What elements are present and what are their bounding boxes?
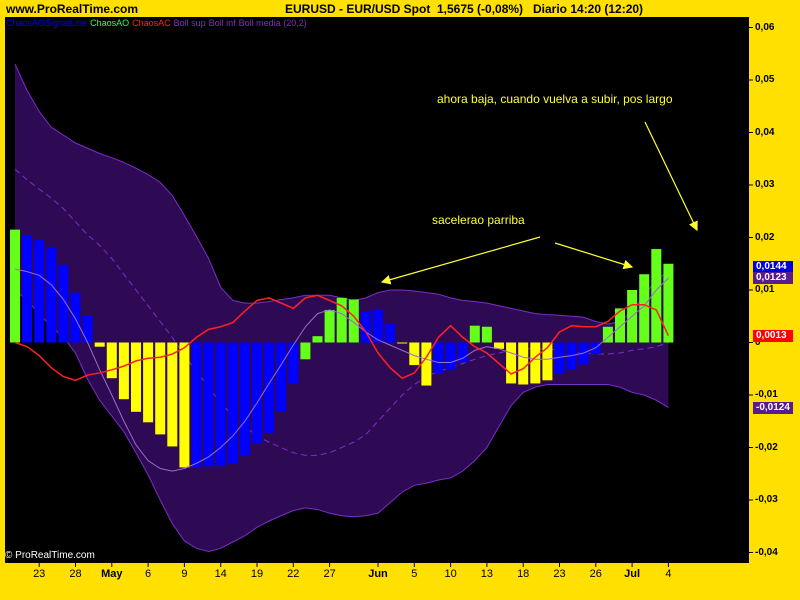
x-tick-label: 6	[145, 568, 152, 580]
ao-bar	[518, 342, 529, 385]
ao-bar	[481, 326, 492, 343]
x-tick-label: 18	[517, 568, 530, 580]
ao-bar	[82, 315, 93, 343]
y-tick-label: 0,05	[755, 74, 775, 85]
y-tick-label: 0,06	[755, 21, 775, 33]
copyright: © ProRealTime.com	[5, 550, 95, 561]
annotation-middle: sacelerao parriba	[432, 213, 525, 227]
x-tick-label: 23	[33, 568, 46, 580]
ao-bar	[118, 342, 129, 400]
value-box: 0,0013	[753, 329, 793, 342]
x-tick-label: Jul	[624, 568, 641, 580]
ao-bar	[191, 342, 202, 467]
ao-bar	[433, 342, 444, 373]
x-tick-label: 28	[69, 568, 82, 580]
x-tick-label: 13	[480, 568, 494, 580]
ao-bar	[445, 342, 456, 370]
y-tick-label: 0,04	[755, 126, 775, 138]
ao-bar	[276, 342, 287, 412]
legend-item-boll-inf: Boll inf	[208, 18, 236, 28]
ao-bar	[203, 342, 214, 467]
ao-bar	[34, 240, 45, 343]
ao-bar	[70, 292, 81, 343]
ao-bar	[179, 342, 190, 468]
ao-bar	[10, 229, 20, 343]
y-tick-label: 0,02	[755, 231, 775, 243]
x-tick-label: 10	[444, 568, 457, 580]
legend-item-signal: ChaosAOSignalLine	[6, 18, 88, 28]
y-tick-label: 0,01	[755, 284, 775, 295]
y-tick-label: -0,03	[755, 494, 778, 505]
legend-item-ao: ChaosAO	[90, 18, 130, 28]
ao-bar	[506, 342, 517, 384]
ao-bar	[167, 342, 178, 447]
legend: ChaosAOSignalLine ChaosAO ChaosAC Boll sup B…	[6, 18, 310, 28]
ao-bar	[469, 325, 480, 343]
ao-bar	[663, 263, 674, 343]
value-box: 0,0123	[753, 271, 793, 284]
x-tick-label: 14	[214, 568, 227, 580]
ao-bar	[300, 342, 311, 360]
ao-bar	[131, 342, 141, 412]
y-tick-label: -0,02	[755, 441, 778, 453]
ao-bar	[227, 342, 238, 464]
x-tick-label: 23	[553, 568, 566, 580]
x-tick-label: May	[101, 568, 123, 580]
y-tick-label: 0,03	[755, 179, 775, 190]
annotation-top: ahora baja, cuando vuelva a subir, pos l…	[437, 92, 673, 106]
x-tick-label: 19	[250, 568, 264, 580]
ao-bar	[143, 342, 154, 423]
ao-bar	[288, 342, 299, 384]
y-tick-label: -0,04	[755, 546, 778, 558]
ao-bar	[22, 234, 33, 343]
x-tick-label: Jun	[368, 568, 388, 580]
y-tick-label: -0,01	[755, 389, 778, 400]
legend-item-ac: ChaosAC	[132, 18, 171, 28]
chart-svg	[5, 17, 753, 567]
ao-bar	[385, 324, 396, 343]
ao-bar	[324, 309, 335, 343]
x-tick-label: 9	[181, 568, 188, 580]
ao-bar	[530, 342, 541, 384]
ao-bar	[397, 342, 408, 344]
x-tick-label: 5	[411, 568, 418, 580]
ao-bar	[106, 342, 117, 379]
x-tick-label: 27	[323, 568, 336, 580]
ao-bar	[252, 342, 262, 444]
ao-bar	[58, 264, 69, 343]
ao-bar	[264, 342, 275, 433]
value-box: -0,0124	[753, 401, 793, 414]
ao-bar	[421, 342, 432, 386]
ao-bar	[46, 246, 57, 343]
ao-bar	[651, 249, 662, 343]
x-tick-label: 26	[589, 568, 602, 580]
ao-bar	[94, 342, 105, 347]
x-tick-label: 22	[287, 568, 300, 580]
ao-bar	[312, 336, 323, 343]
ao-bar	[239, 342, 250, 456]
legend-item-boll-sup: Boll sup	[173, 18, 206, 28]
x-tick-label: 4	[665, 568, 672, 580]
legend-item-boll-media: Boll media (20,2)	[238, 18, 307, 28]
